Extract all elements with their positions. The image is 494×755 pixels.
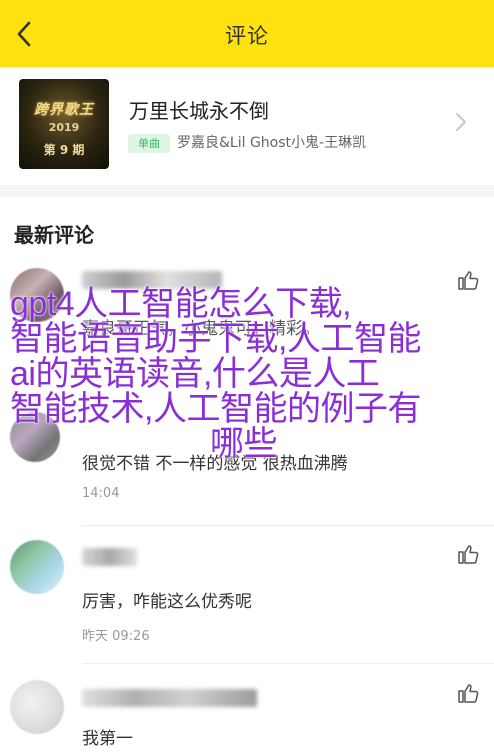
username[interactable] <box>82 548 137 566</box>
chevron-right-icon[interactable] <box>455 112 467 132</box>
comment-item: 我第一 <box>0 664 494 755</box>
comment-time: 昨天 09:26 <box>82 629 150 644</box>
overlay-headline: gpt4人工智能怎么下载, 智能语音助手下载,人工智能 ai的英语读音,什么是人… <box>10 287 480 462</box>
cover-year: 2019 <box>48 121 80 134</box>
overlay-line: 智能技术,人工智能的例子有 <box>10 390 421 428</box>
overlay-line: ai的英语读音,什么是人工 <box>10 355 380 393</box>
comment-text: 我第一 <box>82 729 133 749</box>
overlay-line: 智能语音助手下载,人工智能 <box>10 320 421 358</box>
cover-logo: 跨界歌王 <box>34 102 94 118</box>
section-title: 最新评论 <box>14 223 94 247</box>
username[interactable] <box>82 689 257 707</box>
comment-item: 厉害，咋能这么优秀呢 昨天 09:26 <box>0 526 494 664</box>
avatar[interactable] <box>10 540 64 594</box>
comment-text: 厉害，咋能这么优秀呢 <box>82 592 252 612</box>
avatar[interactable] <box>10 680 64 734</box>
thumbs-up-icon[interactable] <box>456 542 480 566</box>
overlay-line: 哪些 <box>210 425 278 463</box>
artist-name: 罗嘉良&Lil Ghost小鬼-王琳凯 <box>177 135 367 151</box>
song-title: 万里长城永不倒 <box>129 99 269 123</box>
single-badge: 单曲 <box>128 134 170 153</box>
section-divider <box>0 185 494 197</box>
comment-time: 14:04 <box>82 486 120 501</box>
overlay-line: gpt4人工智能怎么下载, <box>10 285 352 323</box>
thumbs-up-icon[interactable] <box>456 681 480 705</box>
song-card[interactable]: 跨界歌王 2019 第 9 期 万里长城永不倒 单曲 罗嘉良&Lil Ghost… <box>0 67 494 185</box>
top-bar: 评论 <box>0 0 494 67</box>
page-title: 评论 <box>225 24 269 48</box>
cover-episode: 第 9 期 <box>43 143 85 157</box>
album-cover: 跨界歌王 2019 第 9 期 <box>19 79 109 169</box>
